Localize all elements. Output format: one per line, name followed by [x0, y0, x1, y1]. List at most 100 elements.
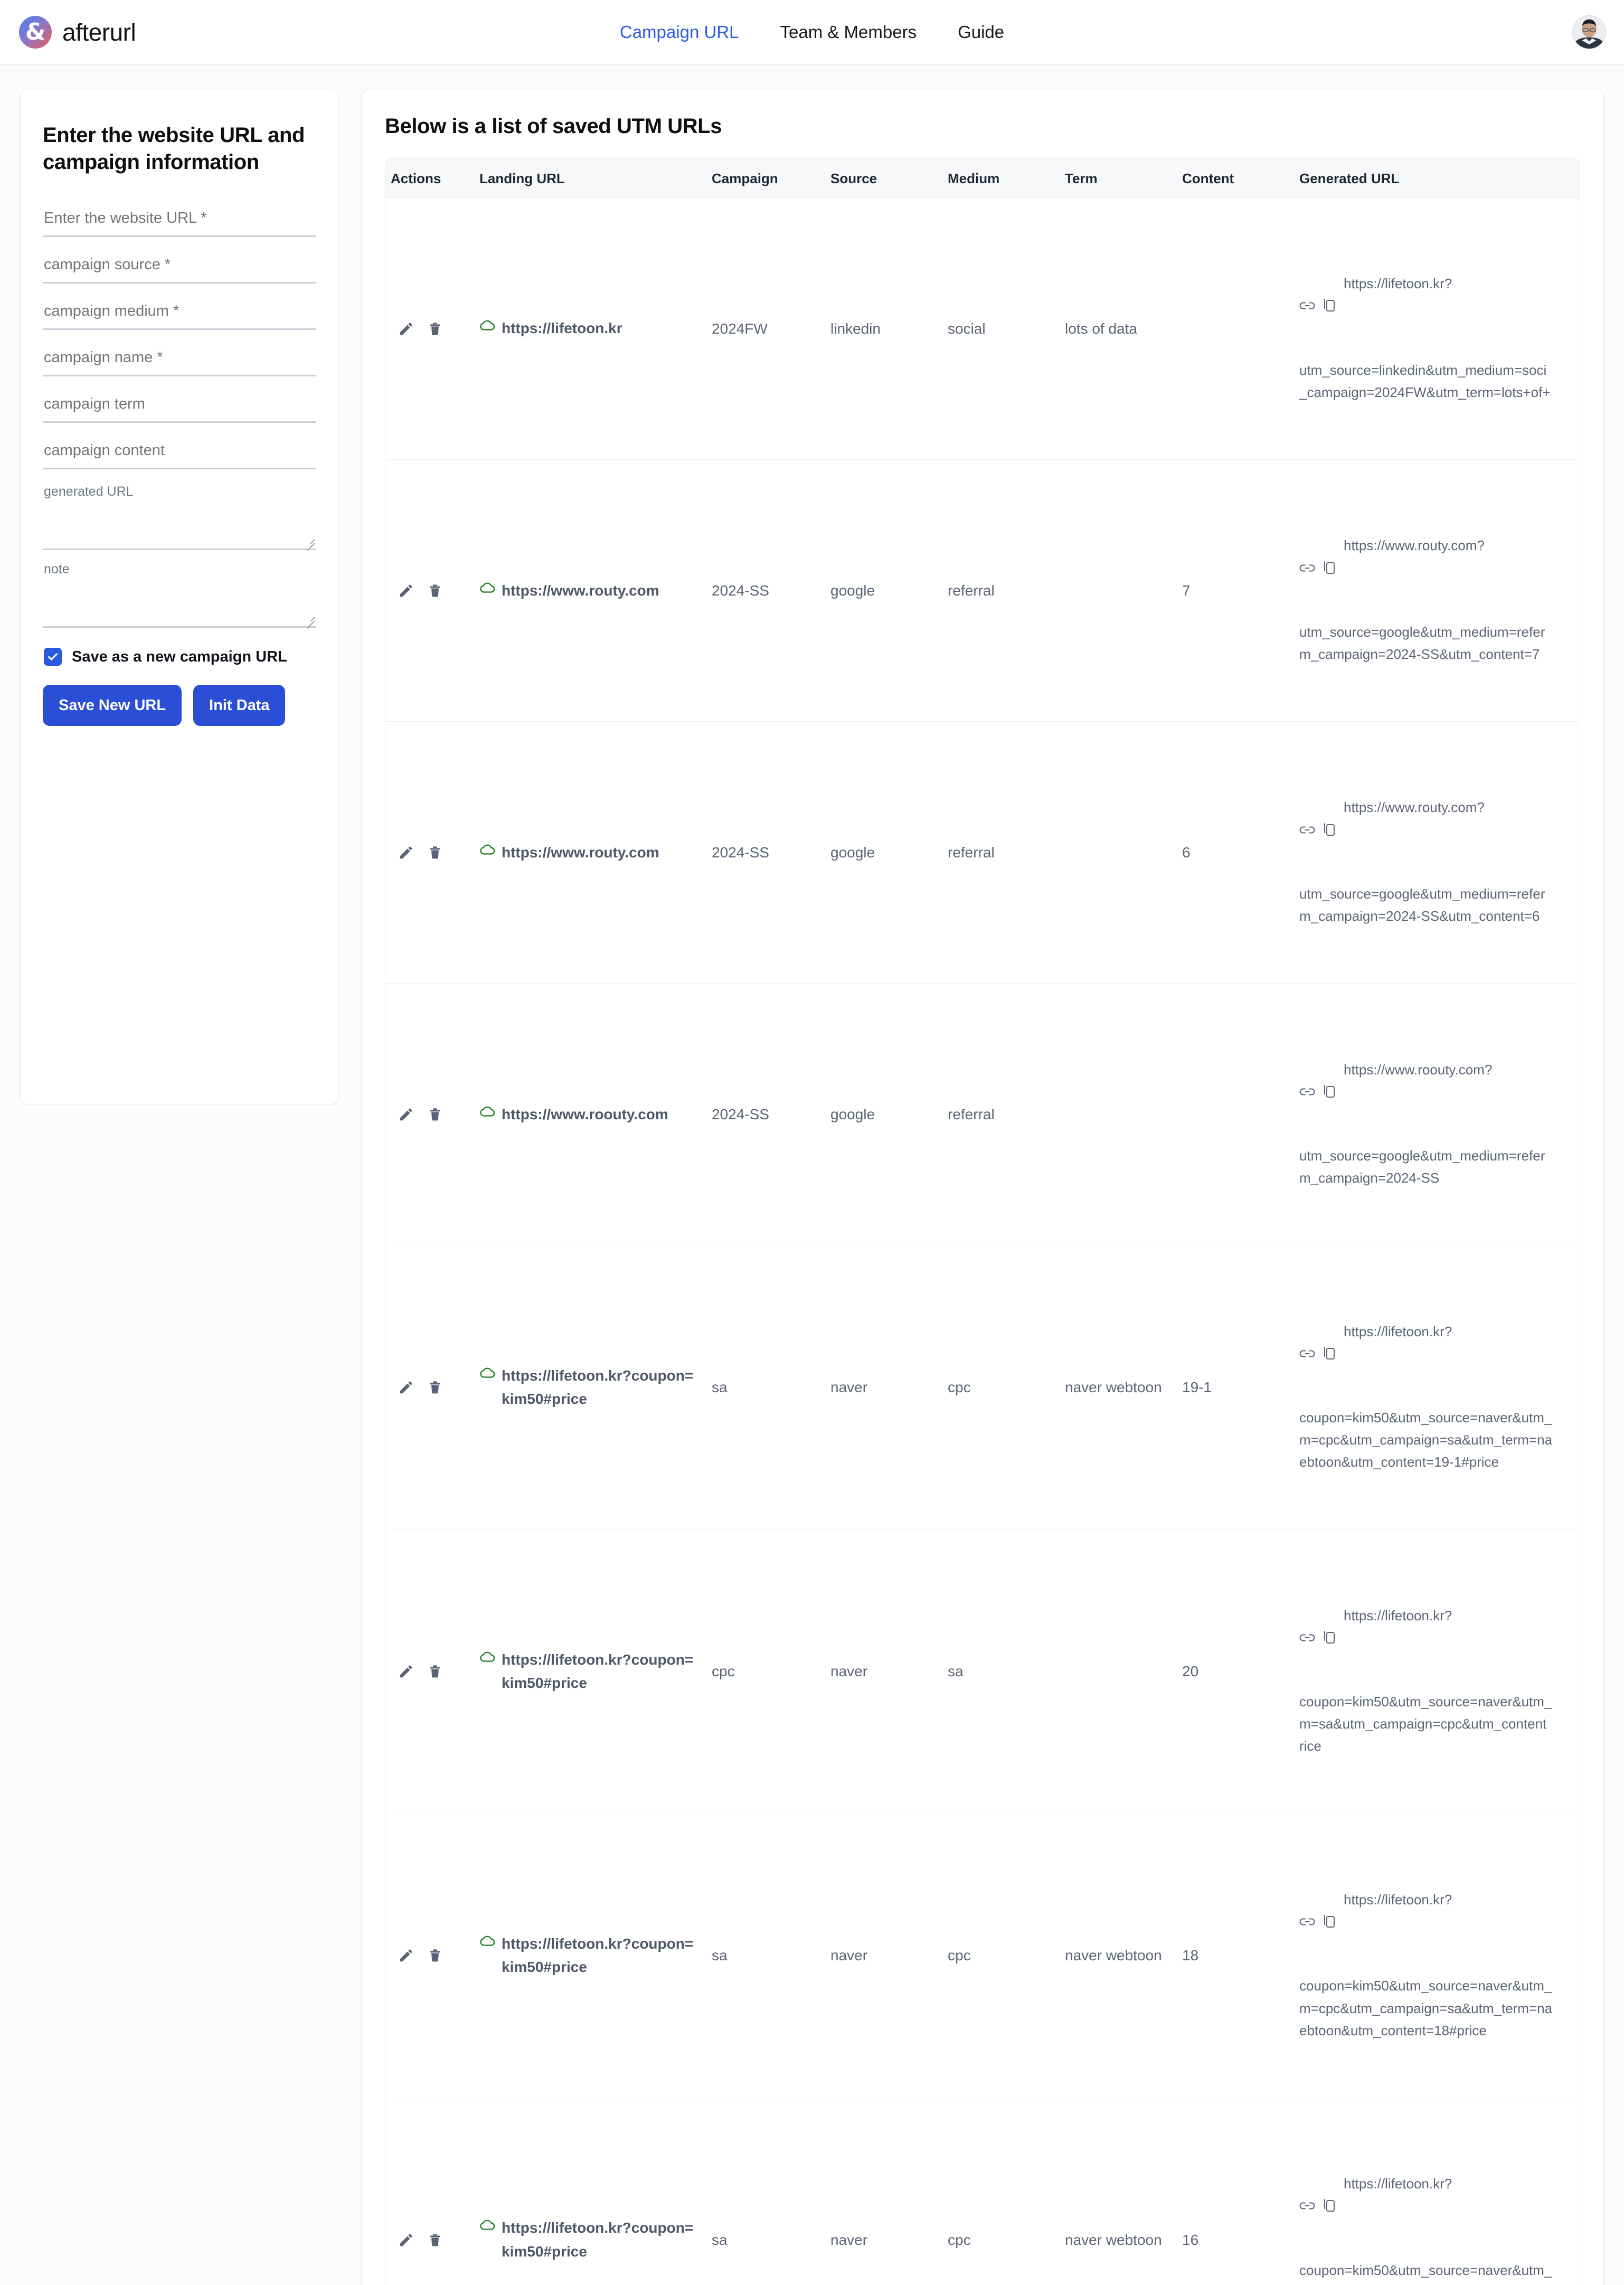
- delete-row-button[interactable]: [428, 321, 442, 337]
- cell-medium: referral: [942, 722, 1060, 984]
- campaign-source-input[interactable]: [43, 250, 316, 284]
- delete-row-button[interactable]: [428, 1107, 442, 1122]
- open-link-icon[interactable]: [1299, 1304, 1315, 1359]
- cell-source: naver: [825, 1814, 942, 2098]
- utm-table: Actions Landing URL Campaign Source Medi…: [385, 159, 1580, 2285]
- campaign-term-input[interactable]: [43, 389, 316, 423]
- save-new-url-button[interactable]: Save New URL: [43, 685, 182, 726]
- cell-actions: [385, 460, 474, 722]
- table-row[interactable]: https://www.routy.com 2024-SS google ref…: [385, 722, 1580, 984]
- cell-source: naver: [825, 2098, 942, 2285]
- copy-icon[interactable]: [1323, 1302, 1336, 1361]
- campaign-name-input[interactable]: [43, 343, 316, 376]
- delete-row-button[interactable]: [428, 1380, 442, 1395]
- landing-url-text: https://lifetoon.kr?coupon=kim50#price: [502, 1364, 701, 1411]
- trash-icon: [428, 2232, 442, 2248]
- cell-landing-url: https://www.routy.com: [474, 722, 706, 984]
- table-row[interactable]: https://www.routy.com 2024-SS google ref…: [385, 460, 1580, 722]
- table-row[interactable]: https://lifetoon.kr 2024FW linkedin soci…: [385, 198, 1580, 460]
- landing-url-link[interactable]: https://www.roouty.com: [479, 1103, 701, 1126]
- delete-row-button[interactable]: [428, 845, 442, 861]
- edit-row-button[interactable]: [398, 2232, 414, 2248]
- delete-row-button[interactable]: [428, 1948, 442, 1963]
- landing-url-text: https://lifetoon.kr?coupon=kim50#price: [502, 1648, 701, 1695]
- copy-icon[interactable]: [1323, 778, 1336, 837]
- cell-landing-url: https://lifetoon.kr?coupon=kim50#price: [474, 1529, 706, 1814]
- generated-url-params: coupon=kim50&utm_source=naver&utm_ m=sa&…: [1299, 1691, 1574, 1757]
- copy-icon[interactable]: [1323, 2154, 1336, 2213]
- landing-url-link[interactable]: https://lifetoon.kr?coupon=kim50#price: [479, 2216, 701, 2263]
- edit-row-button[interactable]: [398, 845, 414, 861]
- edit-row-button[interactable]: [398, 1664, 414, 1679]
- table-row[interactable]: https://www.roouty.com 2024-SS google re…: [385, 984, 1580, 1245]
- pencil-icon: [398, 2232, 414, 2248]
- open-link-icon[interactable]: [1299, 518, 1315, 573]
- copy-icon[interactable]: [1323, 516, 1336, 575]
- generated-url: https://www.routy.com? utm_source=google…: [1299, 733, 1574, 971]
- avatar[interactable]: [1572, 15, 1606, 49]
- landing-url-link[interactable]: https://lifetoon.kr?coupon=kim50#price: [479, 1364, 701, 1411]
- open-link-icon[interactable]: [1299, 2156, 1315, 2211]
- column-header-campaign: Campaign: [706, 159, 825, 198]
- copy-icon[interactable]: [1323, 1040, 1336, 1099]
- nav-item-guide[interactable]: Guide: [958, 22, 1004, 42]
- edit-row-button[interactable]: [398, 1107, 414, 1122]
- cell-campaign: sa: [706, 1245, 825, 1529]
- landing-url-link[interactable]: https://lifetoon.kr?coupon=kim50#price: [479, 1932, 701, 1979]
- open-link-icon[interactable]: [1299, 256, 1315, 311]
- cell-content: [1177, 198, 1294, 460]
- landing-url-text: https://www.roouty.com: [502, 1103, 668, 1126]
- table-row[interactable]: https://lifetoon.kr?coupon=kim50#price c…: [385, 1529, 1580, 1814]
- check-icon: [47, 651, 59, 663]
- campaign-content-input[interactable]: [43, 436, 316, 469]
- open-link-icon[interactable]: [1299, 780, 1315, 835]
- landing-url-link[interactable]: https://www.routy.com: [479, 579, 701, 602]
- landing-url-link[interactable]: https://lifetoon.kr?coupon=kim50#price: [479, 1648, 701, 1695]
- open-link-icon[interactable]: [1299, 1042, 1315, 1097]
- table-row[interactable]: https://lifetoon.kr?coupon=kim50#price s…: [385, 2098, 1580, 2285]
- table-row[interactable]: https://lifetoon.kr?coupon=kim50#price s…: [385, 1245, 1580, 1529]
- delete-row-button[interactable]: [428, 583, 442, 599]
- nav-item-team-members[interactable]: Team & Members: [780, 22, 917, 42]
- edit-row-button[interactable]: [398, 583, 414, 599]
- table-row[interactable]: https://lifetoon.kr?coupon=kim50#price s…: [385, 1814, 1580, 2098]
- cell-source: google: [825, 460, 942, 722]
- column-header-source: Source: [825, 159, 942, 198]
- copy-icon[interactable]: [1323, 254, 1336, 313]
- cell-content: 7: [1177, 460, 1294, 722]
- landing-url-link[interactable]: https://www.routy.com: [479, 841, 701, 864]
- cell-generated-url: https://lifetoon.kr? coupon=kim50&utm_so…: [1294, 1529, 1580, 1814]
- page-body: Enter the website URL and campaign infor…: [0, 65, 1624, 2285]
- resize-handle-icon[interactable]: [303, 535, 315, 546]
- copy-icon[interactable]: [1323, 1586, 1336, 1645]
- cell-actions: [385, 198, 474, 460]
- delete-row-button[interactable]: [428, 2232, 442, 2248]
- cell-generated-url: https://lifetoon.kr? coupon=kim50&utm_so…: [1294, 1245, 1580, 1529]
- nav-item-campaign-url[interactable]: Campaign URL: [620, 22, 739, 42]
- delete-row-button[interactable]: [428, 1664, 442, 1679]
- website-url-input[interactable]: [43, 203, 316, 237]
- open-link-icon[interactable]: [1299, 1872, 1315, 1927]
- pencil-icon: [398, 1380, 414, 1395]
- column-header-content: Content: [1177, 159, 1294, 198]
- edit-row-button[interactable]: [398, 1948, 414, 1963]
- init-data-button[interactable]: Init Data: [193, 685, 285, 726]
- edit-row-button[interactable]: [398, 321, 414, 337]
- brand-logo[interactable]: & afterurl: [19, 16, 136, 49]
- cell-content: 18: [1177, 1814, 1294, 2098]
- generated-url-params: utm_source=google&utm_medium=refer m_cam…: [1299, 621, 1574, 665]
- generated-url-params: coupon=kim50&utm_source=naver&utm_ m=cpc…: [1299, 1975, 1574, 2041]
- landing-url-link[interactable]: https://lifetoon.kr: [479, 317, 701, 340]
- note-textarea[interactable]: [43, 577, 316, 628]
- edit-row-button[interactable]: [398, 1380, 414, 1395]
- top-navigation-bar: & afterurl Campaign URL Team & Members G…: [0, 0, 1624, 65]
- generated-url-textarea[interactable]: [43, 499, 316, 550]
- cloud-icon: [479, 1935, 495, 1947]
- generated-url: https://lifetoon.kr? coupon=kim50&utm_so…: [1299, 1542, 1574, 1802]
- open-link-icon[interactable]: [1299, 1588, 1315, 1643]
- campaign-medium-input[interactable]: [43, 296, 316, 330]
- copy-icon[interactable]: [1323, 1870, 1336, 1929]
- generated-url-params: utm_source=linkedin&utm_medium=soci _cam…: [1299, 359, 1574, 403]
- save-as-new-campaign-checkbox[interactable]: [44, 648, 62, 666]
- resize-handle-icon[interactable]: [303, 612, 315, 624]
